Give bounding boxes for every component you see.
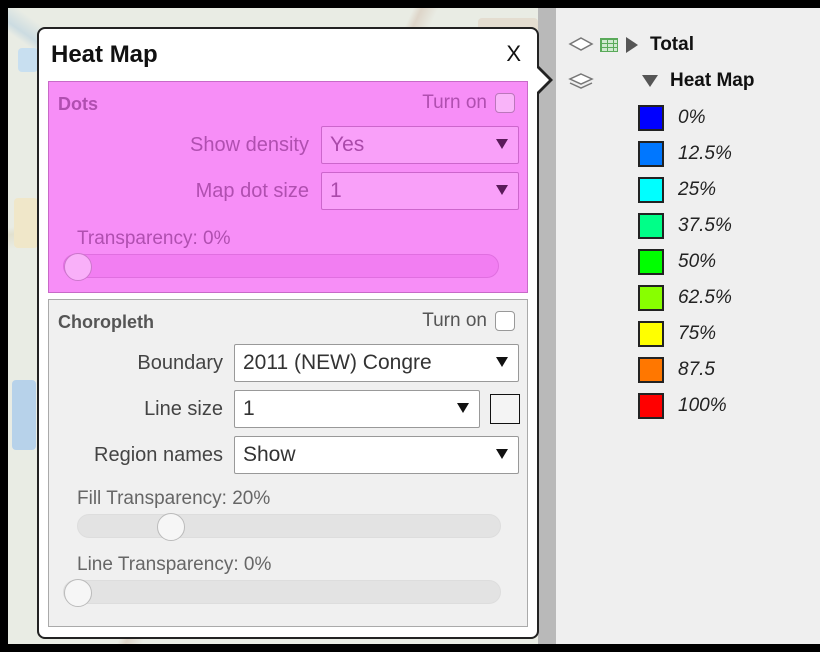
- transparency-slider[interactable]: [63, 253, 499, 281]
- layer-row-total[interactable]: Total: [568, 34, 694, 56]
- boundary-value: 2011 (NEW) Congre: [243, 351, 432, 374]
- layer-legend-panel: Total Heat Map 0% 12.5% 25% 37.5% 50% 62.5% 75…: [556, 8, 820, 644]
- legend-item: 100%: [638, 388, 732, 424]
- boundary-label: Boundary: [137, 352, 223, 374]
- transparency-label: Transparency: 0%: [77, 228, 231, 249]
- legend-label: 62.5%: [678, 287, 732, 308]
- collapse-arrow-icon[interactable]: [642, 75, 658, 87]
- choropleth-turn-on-checkbox[interactable]: [495, 311, 515, 331]
- transparency-slider-thumb[interactable]: [64, 253, 92, 281]
- legend-swatch: [638, 285, 664, 311]
- choropleth-title: Choropleth: [58, 312, 154, 332]
- choropleth-section: Choropleth Turn on Boundary 2011 (NEW) C…: [48, 299, 528, 627]
- popup-pointer-fill: [535, 66, 549, 94]
- legend-swatch: [638, 357, 664, 383]
- map-dot-size-value: 1: [330, 179, 342, 202]
- legend-swatch: [638, 393, 664, 419]
- legend-item: 12.5%: [638, 136, 732, 172]
- legend-swatch: [638, 105, 664, 131]
- line-color-picker[interactable]: [490, 394, 520, 424]
- map-water: [18, 48, 38, 72]
- map-dot-size-select[interactable]: 1: [321, 172, 519, 210]
- legend-label: 0%: [678, 107, 706, 128]
- legend-item: 62.5%: [638, 280, 732, 316]
- boundary-select[interactable]: 2011 (NEW) Congre: [234, 344, 519, 382]
- line-size-select[interactable]: 1: [234, 390, 480, 428]
- map-water: [12, 380, 36, 450]
- chevron-down-icon: [496, 449, 508, 459]
- line-transparency-slider[interactable]: [63, 579, 501, 607]
- chevron-down-icon: [496, 357, 508, 367]
- legend-label: 87.5: [678, 359, 715, 380]
- expand-arrow-icon[interactable]: [626, 37, 638, 53]
- chevron-down-icon: [496, 139, 508, 149]
- map-scrollbar-strip: [538, 8, 556, 644]
- heatmap-popup: Heat Map X Dots Turn on Show density Yes…: [37, 27, 539, 639]
- region-names-value: Show: [243, 443, 296, 466]
- dots-title: Dots: [58, 94, 98, 114]
- chevron-down-icon: [457, 403, 469, 413]
- layer-row-heatmap[interactable]: Heat Map: [568, 70, 754, 92]
- legend-label: 37.5%: [678, 215, 732, 236]
- legend-swatch: [638, 249, 664, 275]
- legend-label: 75%: [678, 323, 717, 344]
- fill-transparency-slider[interactable]: [77, 513, 501, 541]
- show-density-value: Yes: [330, 133, 365, 156]
- line-size-value: 1: [243, 397, 255, 420]
- show-density-label: Show density: [190, 134, 309, 156]
- layer-label-heatmap: Heat Map: [670, 70, 755, 91]
- fill-transparency-label: Fill Transparency: 20%: [77, 488, 271, 509]
- table-icon[interactable]: [600, 38, 618, 52]
- chevron-down-icon: [496, 185, 508, 195]
- dots-turn-on[interactable]: Turn on: [422, 92, 515, 114]
- legend-label: 12.5%: [678, 143, 732, 164]
- map-dot-size-label: Map dot size: [195, 180, 309, 202]
- choropleth-turn-on[interactable]: Turn on: [422, 310, 515, 332]
- legend-swatch: [638, 177, 664, 203]
- layers-icon: [568, 72, 594, 90]
- legend-label: 25%: [678, 179, 717, 200]
- legend-label: 100%: [678, 395, 727, 416]
- layer-label-total: Total: [650, 34, 694, 55]
- legend-item: 0%: [638, 100, 732, 136]
- region-names-label: Region names: [94, 444, 223, 466]
- line-size-label: Line size: [144, 398, 223, 420]
- region-names-select[interactable]: Show: [234, 436, 519, 474]
- line-transparency-label: Line Transparency: 0%: [77, 554, 272, 575]
- legend-swatch: [638, 213, 664, 239]
- legend-item: 25%: [638, 172, 732, 208]
- fill-transparency-slider-thumb[interactable]: [157, 513, 186, 541]
- legend-item: 37.5%: [638, 208, 732, 244]
- legend-item: 87.5: [638, 352, 732, 388]
- map-land: [14, 198, 38, 248]
- line-transparency-slider-thumb[interactable]: [64, 579, 92, 607]
- layers-icon: [568, 36, 594, 54]
- dots-turn-on-checkbox[interactable]: [495, 93, 515, 113]
- legend-swatch: [638, 321, 664, 347]
- show-density-select[interactable]: Yes: [321, 126, 519, 164]
- choropleth-turn-on-label: Turn on: [422, 310, 487, 331]
- legend-label: 50%: [678, 251, 717, 272]
- dots-section: Dots Turn on Show density Yes Map dot si…: [48, 81, 528, 293]
- dots-turn-on-label: Turn on: [422, 92, 487, 113]
- legend-swatch: [638, 141, 664, 167]
- popup-title: Heat Map: [51, 41, 158, 68]
- close-button[interactable]: X: [506, 41, 521, 67]
- heatmap-legend: 0% 12.5% 25% 37.5% 50% 62.5% 75% 87.5 100%: [638, 100, 732, 424]
- legend-item: 50%: [638, 244, 732, 280]
- legend-item: 75%: [638, 316, 732, 352]
